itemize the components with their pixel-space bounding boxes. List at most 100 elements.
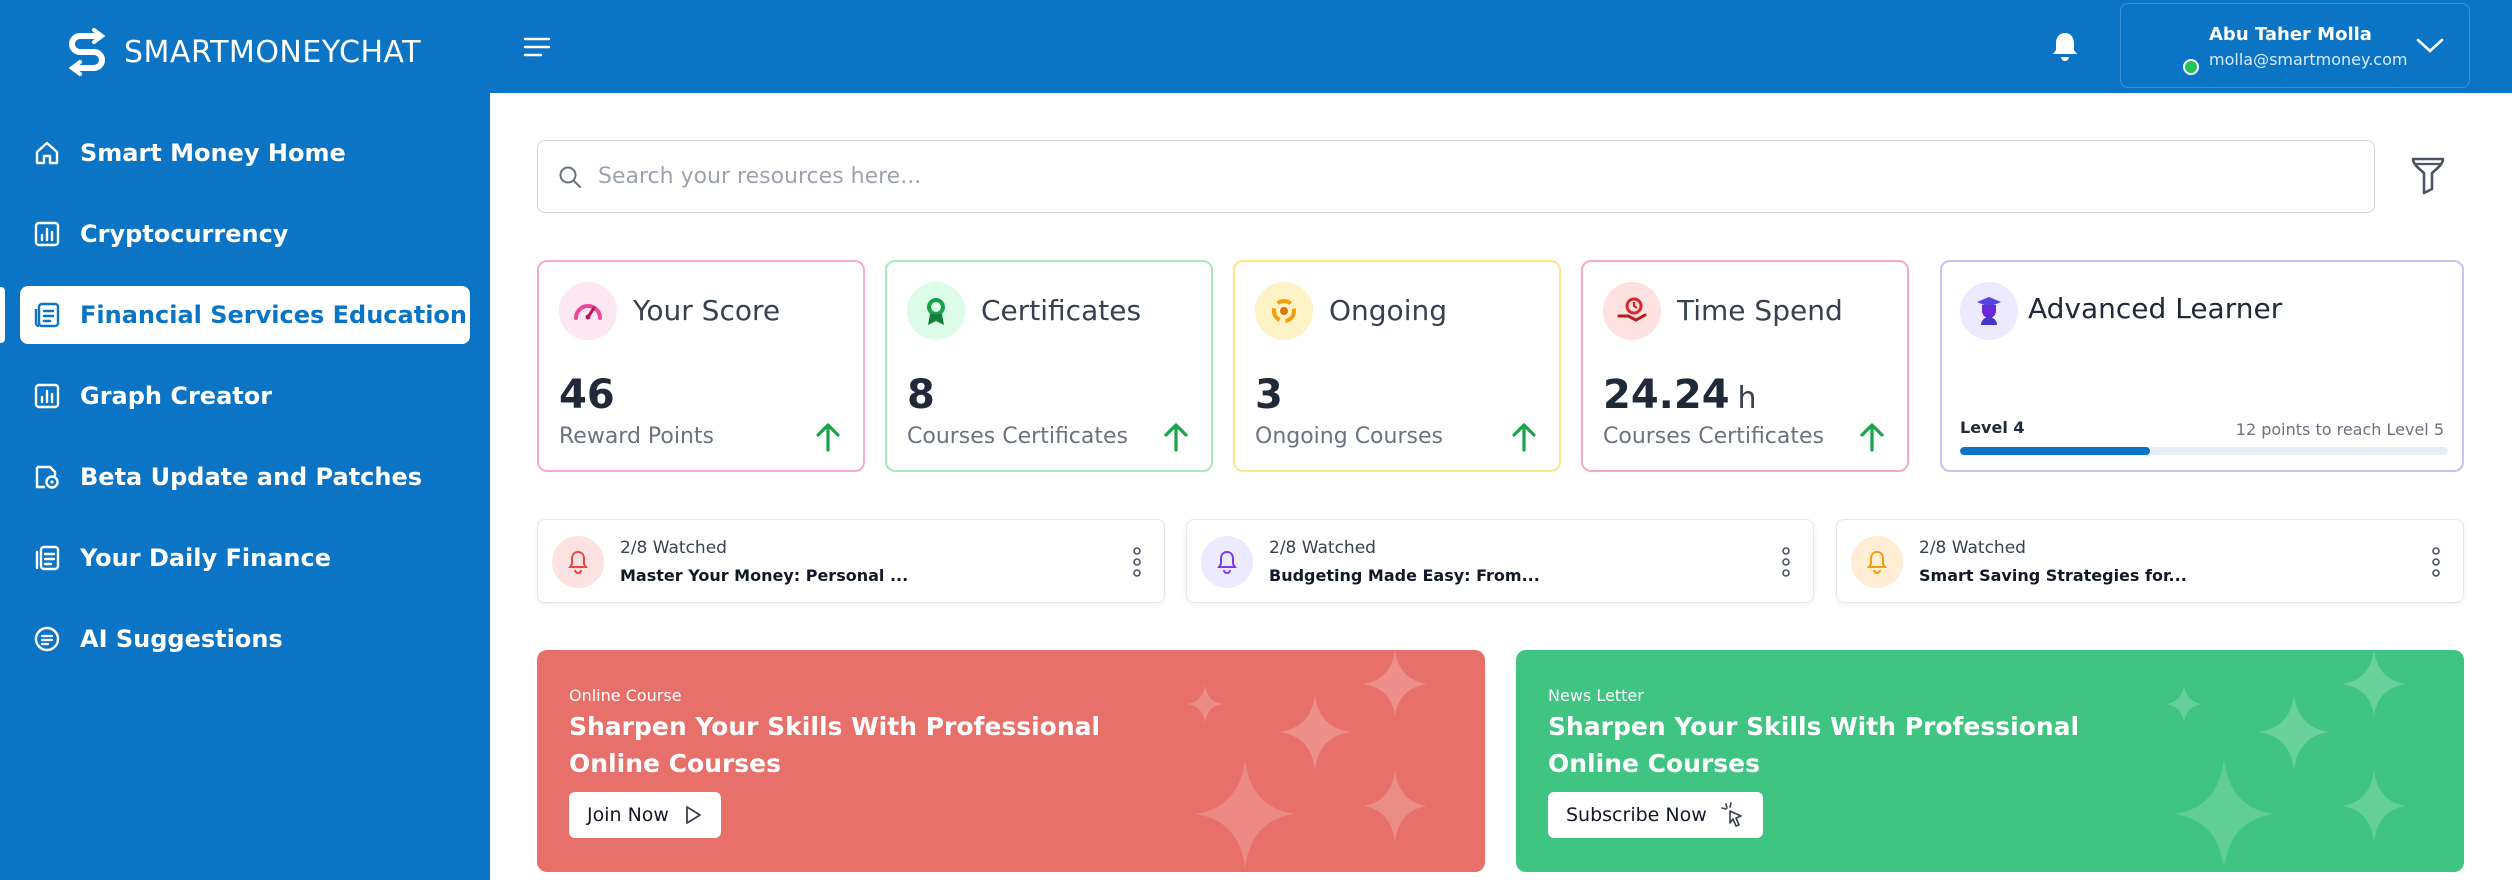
- arrow-up-icon: [1512, 423, 1536, 452]
- button-label: Subscribe Now: [1566, 804, 1707, 826]
- level-next-label: 12 points to reach Level 5: [2235, 420, 2444, 439]
- top-bar: Abu Taher Molla molla@smartmoney.com: [490, 0, 2512, 93]
- sidebar-item-label: Smart Money Home: [80, 139, 346, 167]
- stat-value: 46: [559, 372, 615, 418]
- newsletter-banner: News Letter Sharpen Your Skills With Pro…: [1516, 650, 2464, 872]
- sparkle-decoration: [1187, 650, 1427, 868]
- arrow-up-icon: [1164, 423, 1188, 452]
- stat-card-time-spend[interactable]: Time Spend 24.24 h Courses Certificates: [1581, 260, 1909, 472]
- logo-icon: [68, 28, 106, 76]
- banner-title: Sharpen Your Skills With Professional On…: [1548, 712, 2080, 778]
- sidebar-item-financial-services-education[interactable]: Financial Services Education: [20, 286, 470, 344]
- filter-icon: [2411, 157, 2445, 195]
- level-title: Advanced Learner: [2028, 292, 2283, 325]
- watching-item[interactable]: 2/8 Watched Budgeting Made Easy: From...: [1186, 519, 1814, 603]
- online-status-dot: [2183, 59, 2199, 75]
- stat-label: Ongoing Courses: [1255, 424, 1443, 449]
- course-title: Smart Saving Strategies for...: [1919, 566, 2187, 585]
- bell-icon: [1201, 536, 1253, 588]
- sidebar-item-beta-update-and-patches[interactable]: Beta Update and Patches: [20, 448, 470, 506]
- watching-item[interactable]: 2/8 Watched Smart Saving Strategies for.…: [1836, 519, 2464, 603]
- bell-icon: [2053, 33, 2077, 61]
- learner-badge-icon: [1960, 282, 2018, 340]
- notifications-button[interactable]: [2045, 26, 2085, 66]
- hamburger-icon: [523, 37, 551, 57]
- app-root: SMARTMONEYCHAT Smart Money Home Cryptocu…: [0, 0, 2512, 880]
- subscribe-now-button[interactable]: Subscribe Now: [1548, 792, 1763, 838]
- sidebar-item-label: AI Suggestions: [80, 625, 283, 653]
- watch-progress: 2/8 Watched: [1269, 538, 1376, 558]
- stat-value: 3: [1255, 372, 1283, 418]
- arrow-up-icon: [816, 423, 840, 452]
- spinner-icon: [1255, 282, 1313, 340]
- button-label: Join Now: [587, 804, 669, 826]
- stat-number: 24.24: [1603, 372, 1730, 418]
- filter-button[interactable]: [2405, 152, 2451, 198]
- more-vertical-icon[interactable]: [1781, 546, 1791, 578]
- online-course-banner: Online Course Sharpen Your Skills With P…: [537, 650, 1485, 872]
- stat-label: Courses Certificates: [907, 424, 1128, 449]
- sidebar-item-label: Cryptocurrency: [80, 220, 289, 248]
- bar-chart-icon: [30, 379, 64, 413]
- sidebar-item-graph-creator[interactable]: Graph Creator: [20, 367, 470, 425]
- stat-title: Certificates: [981, 294, 1142, 327]
- stat-card-certificates[interactable]: Certificates 8 Courses Certificates: [885, 260, 1213, 472]
- stat-value: 24.24 h: [1603, 372, 1757, 418]
- stat-card-ongoing[interactable]: Ongoing 3 Ongoing Courses: [1233, 260, 1561, 472]
- stat-label: Reward Points: [559, 424, 715, 449]
- bell-icon: [552, 536, 604, 588]
- more-vertical-icon[interactable]: [2431, 546, 2441, 578]
- stat-card-your-score[interactable]: Your Score 46 Reward Points: [537, 260, 865, 472]
- menu-toggle-button[interactable]: [520, 30, 554, 64]
- search-input[interactable]: [598, 164, 2298, 189]
- level-label: Level 4: [1960, 418, 2025, 437]
- watch-progress: 2/8 Watched: [620, 538, 727, 558]
- brand[interactable]: SMARTMONEYCHAT: [64, 26, 421, 78]
- banner-tag: News Letter: [1548, 686, 1644, 705]
- watching-item[interactable]: 2/8 Watched Master Your Money: Personal …: [537, 519, 1165, 603]
- stat-label: Courses Certificates: [1603, 424, 1824, 449]
- stat-value: 8: [907, 372, 935, 418]
- stat-title: Time Spend: [1677, 294, 1843, 327]
- user-name: Abu Taher Molla: [2209, 24, 2372, 45]
- course-title: Budgeting Made Easy: From...: [1269, 566, 1540, 585]
- sidebar-item-label: Beta Update and Patches: [80, 463, 423, 491]
- bar-chart-icon: [30, 217, 64, 251]
- sidebar: SMARTMONEYCHAT Smart Money Home Cryptocu…: [0, 0, 490, 880]
- join-now-button[interactable]: Join Now: [569, 792, 721, 838]
- stat-title: Your Score: [633, 294, 781, 327]
- arrow-up-icon: [1860, 423, 1884, 452]
- stat-number: 8: [907, 372, 935, 418]
- hand-clock-icon: [1603, 282, 1661, 340]
- sidebar-item-label: Graph Creator: [80, 382, 273, 410]
- sidebar-item-label: Financial Services Education: [80, 301, 467, 329]
- finance-doc-icon: [30, 541, 64, 575]
- bell-icon: [1851, 536, 1903, 588]
- watch-progress: 2/8 Watched: [1919, 538, 2026, 558]
- banner-tag: Online Course: [569, 686, 682, 705]
- play-icon: [686, 806, 701, 824]
- stat-number: 3: [1255, 372, 1283, 418]
- gauge-icon: [559, 282, 617, 340]
- level-card[interactable]: Advanced Learner Level 4 12 points to re…: [1940, 260, 2464, 472]
- course-title: Master Your Money: Personal ...: [620, 566, 909, 585]
- stat-unit: h: [1737, 381, 1757, 416]
- stat-title: Ongoing: [1329, 294, 1447, 327]
- search-icon: [559, 166, 581, 188]
- more-vertical-icon[interactable]: [1132, 546, 1142, 578]
- sidebar-item-cryptocurrency[interactable]: Cryptocurrency: [20, 205, 470, 263]
- sidebar-item-label: Your Daily Finance: [80, 544, 332, 572]
- level-progress-fill: [1960, 447, 2151, 455]
- sidebar-item-smart-money-home[interactable]: Smart Money Home: [20, 124, 470, 182]
- sidebar-item-ai-suggestions[interactable]: AI Suggestions: [20, 610, 470, 668]
- user-email: molla@smartmoney.com: [2209, 50, 2408, 69]
- user-menu[interactable]: Abu Taher Molla molla@smartmoney.com: [2120, 3, 2470, 88]
- document-icon: [30, 298, 64, 332]
- level-progress-bar: [1960, 447, 2448, 455]
- cursor-click-icon: [1720, 802, 1742, 827]
- sidebar-item-your-daily-finance[interactable]: Your Daily Finance: [20, 529, 470, 587]
- brand-name: SMARTMONEYCHAT: [124, 34, 422, 70]
- patch-icon: [30, 460, 64, 494]
- sidebar-nav: Smart Money Home Cryptocurrency Financia…: [20, 124, 470, 691]
- sparkle-decoration: [2166, 650, 2406, 868]
